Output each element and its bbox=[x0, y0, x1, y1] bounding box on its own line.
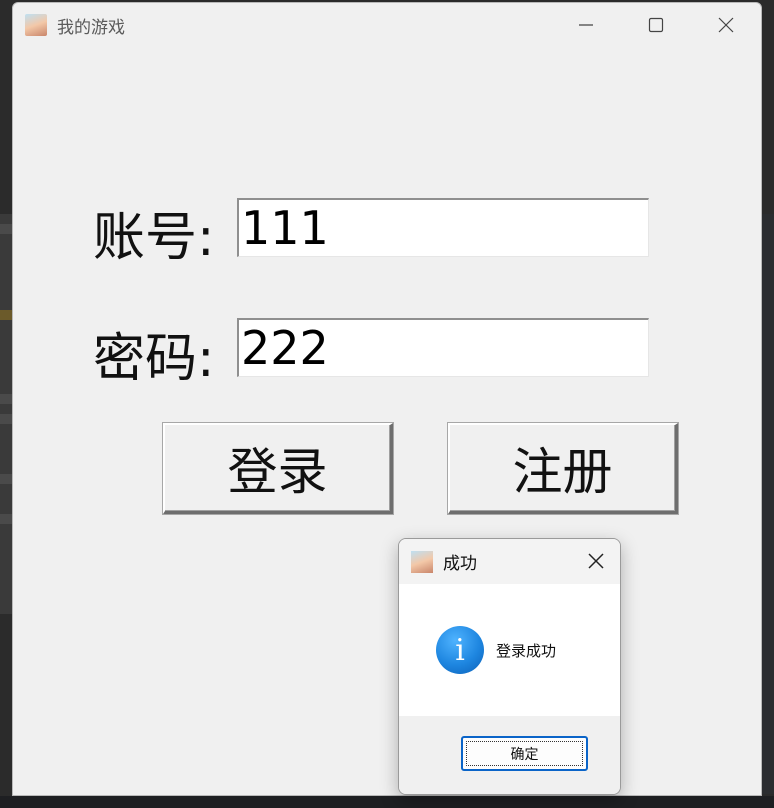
titlebar: 我的游戏 bbox=[13, 3, 761, 47]
info-icon: i bbox=[436, 626, 484, 674]
close-button[interactable] bbox=[691, 3, 761, 47]
app-icon bbox=[25, 14, 47, 36]
dialog-message: 登录成功 bbox=[496, 642, 557, 660]
minimize-icon bbox=[579, 24, 593, 26]
account-input[interactable]: 111 bbox=[237, 198, 649, 257]
background-editor-strip-right bbox=[762, 214, 774, 794]
register-button[interactable]: 注册 bbox=[448, 423, 678, 514]
account-label: 账号: bbox=[93, 208, 215, 268]
password-label: 密码: bbox=[93, 329, 215, 389]
close-icon bbox=[718, 17, 734, 33]
maximize-button[interactable] bbox=[621, 3, 691, 47]
dialog-footer: 确定 bbox=[399, 716, 620, 794]
background-editor-strip bbox=[0, 214, 12, 614]
background-editor-bottom bbox=[0, 796, 774, 808]
password-input[interactable]: 222 bbox=[237, 318, 649, 377]
main-window: 我的游戏 账号: 111 密码: 222 登录 注册 bbox=[12, 2, 762, 796]
success-dialog: 成功 i 登录成功 确定 bbox=[398, 538, 621, 795]
dialog-titlebar: 成功 bbox=[399, 539, 620, 584]
window-controls bbox=[551, 3, 761, 47]
dialog-title: 成功 bbox=[443, 554, 477, 574]
minimize-button[interactable] bbox=[551, 3, 621, 47]
window-title: 我的游戏 bbox=[57, 17, 125, 38]
login-button[interactable]: 登录 bbox=[163, 423, 393, 514]
app-icon bbox=[411, 550, 433, 573]
dialog-body: i 登录成功 bbox=[399, 584, 620, 716]
maximize-icon bbox=[648, 17, 664, 33]
close-icon[interactable] bbox=[586, 551, 606, 571]
ok-button[interactable]: 确定 bbox=[461, 736, 588, 771]
